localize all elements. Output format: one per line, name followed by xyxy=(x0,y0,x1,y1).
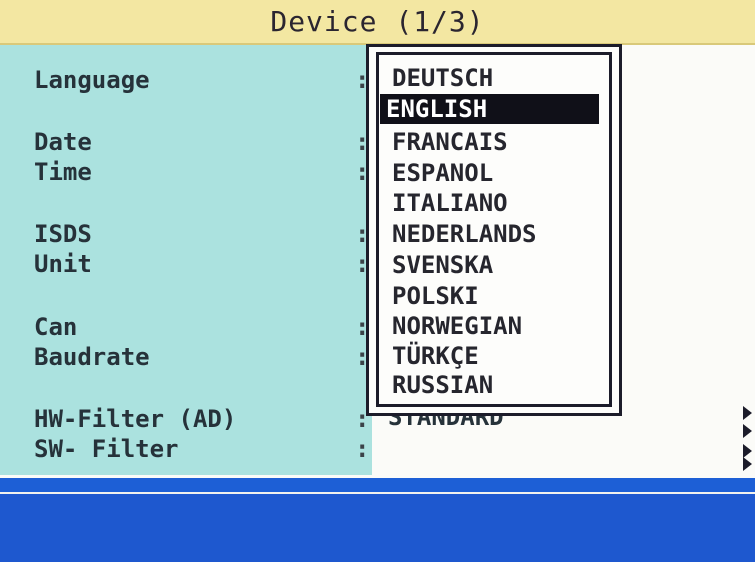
language-option-russian[interactable]: RUSSIAN xyxy=(388,370,497,400)
hw-filter-value-text: STANDARD xyxy=(388,416,504,430)
hw-filter-value[interactable]: STANDARD xyxy=(388,416,504,430)
title-bar: Device (1/3) xyxy=(0,0,755,45)
language-option-norwegian[interactable]: NORWEGIAN xyxy=(388,311,526,341)
status-bar-top xyxy=(0,478,755,492)
date-label: Date xyxy=(34,128,92,156)
triangle-right-icon[interactable] xyxy=(743,457,752,471)
sw-filter-label: SW- Filter xyxy=(34,435,179,463)
language-option-italiano[interactable]: ITALIANO xyxy=(388,188,512,218)
status-bar xyxy=(0,494,755,562)
can-label: Can xyxy=(34,313,78,341)
language-option-deutsch[interactable]: DEUTSCH xyxy=(388,63,497,93)
language-option-espanol[interactable]: ESPANOL xyxy=(388,158,497,188)
language-option-francais[interactable]: FRANCAIS xyxy=(388,127,512,157)
sw-filter-colon: : xyxy=(355,435,370,463)
triangle-right-icon[interactable] xyxy=(743,406,752,420)
triangle-right-icon[interactable] xyxy=(743,424,752,438)
language-option-turkce[interactable]: TÜRKÇE xyxy=(388,341,483,371)
unit-label: Unit xyxy=(34,250,92,278)
language-option-english[interactable]: ENGLISH xyxy=(380,94,599,124)
baudrate-label: Baudrate xyxy=(34,343,150,371)
page-title: Device (1/3) xyxy=(270,5,485,38)
isds-label: ISDS xyxy=(34,220,92,248)
language-option-svenska[interactable]: SVENSKA xyxy=(388,250,497,280)
triangle-right-icon[interactable] xyxy=(743,444,752,458)
language-label: Language xyxy=(34,66,150,94)
language-option-nederlands[interactable]: NEDERLANDS xyxy=(388,219,541,249)
time-label: Time xyxy=(34,158,92,186)
hw-filter-label: HW-Filter (AD) xyxy=(34,405,237,433)
language-option-polski[interactable]: POLSKI xyxy=(388,281,483,311)
